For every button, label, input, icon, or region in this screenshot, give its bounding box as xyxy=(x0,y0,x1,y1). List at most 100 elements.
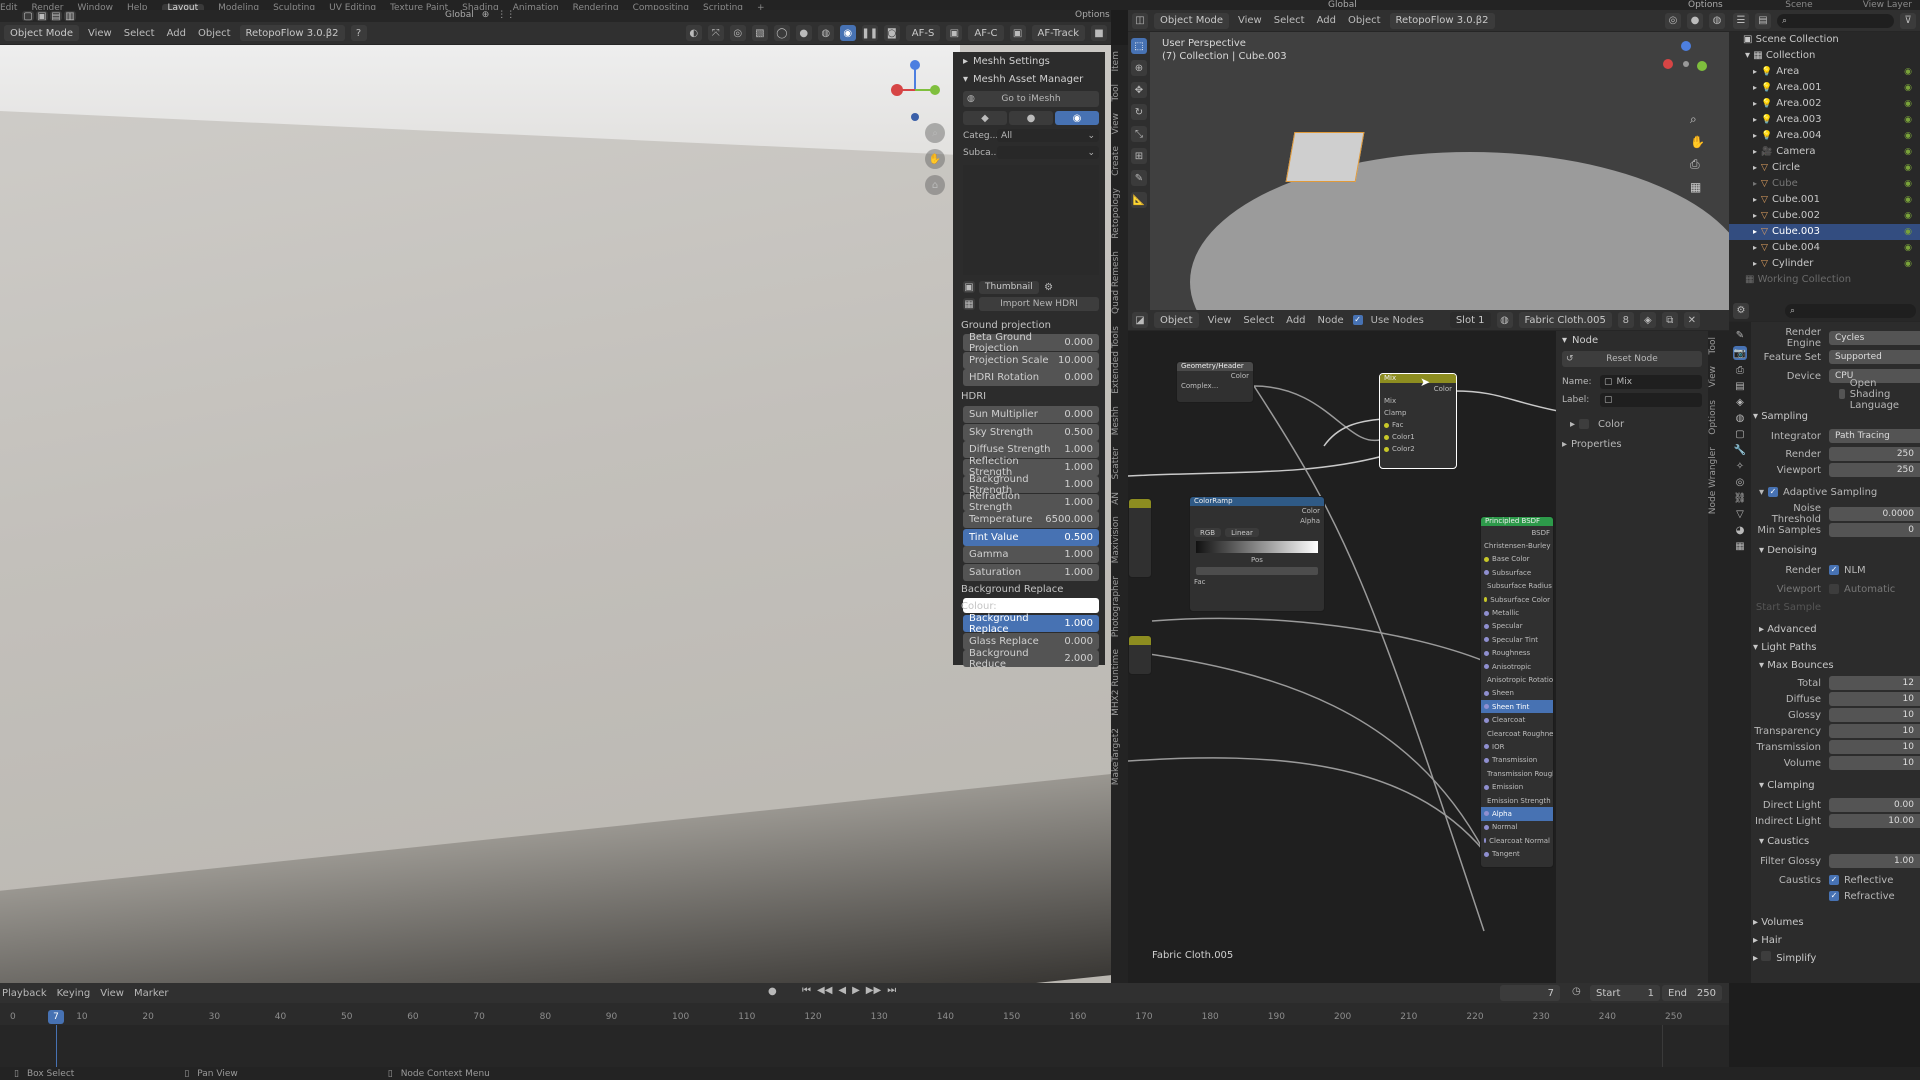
integrator-dropdown[interactable]: Path Tracing xyxy=(1829,429,1920,443)
mix-socket-color2[interactable]: Color2 xyxy=(1380,443,1456,455)
camera-menu-select[interactable]: Select xyxy=(1271,15,1308,26)
playback-menu[interactable]: Playback xyxy=(2,988,47,999)
visibility-icon[interactable]: ◉ xyxy=(1904,112,1912,128)
bsdf-socket-emission-strength[interactable]: Emission Strength xyxy=(1481,794,1553,807)
category-dropdown[interactable]: All ⌄ xyxy=(997,129,1099,142)
socket-dot[interactable] xyxy=(1484,851,1489,857)
filter-glossy-field[interactable]: 1.00 xyxy=(1829,854,1920,868)
shader-type-dropdown[interactable]: Object xyxy=(1154,312,1199,328)
sidebar-tab-retopology[interactable]: Retopology xyxy=(1111,182,1121,245)
expand-arrow-icon[interactable]: ▸ xyxy=(1753,160,1757,176)
pan-hand-icon[interactable]: ✋ xyxy=(1690,135,1705,149)
sidebar-tab-item[interactable]: Item xyxy=(1111,45,1121,78)
hdri-type-icon[interactable]: ◉ xyxy=(1055,111,1099,125)
select-invert-icon[interactable]: ▥ xyxy=(64,11,76,22)
sidebar-tab-photographer[interactable]: Photographer xyxy=(1111,570,1121,643)
menu-add[interactable]: Add xyxy=(164,28,189,39)
editor-type-icon[interactable]: ◫ xyxy=(1132,12,1148,29)
record-icon[interactable]: ● xyxy=(768,986,777,997)
scene-name[interactable]: Scene xyxy=(1785,0,1812,10)
import-hdri-button[interactable]: Import New HDRI xyxy=(979,297,1099,311)
timeline-view-menu[interactable]: View xyxy=(100,988,124,999)
bsdf-socket-emission[interactable]: Emission xyxy=(1481,780,1553,793)
material-type-icon[interactable]: ● xyxy=(1009,111,1053,125)
denoise-viewport-value[interactable]: Automatic xyxy=(1844,584,1895,595)
use-nodes-checkbox[interactable]: ✓ Use Nodes xyxy=(1352,315,1424,326)
help-icon[interactable]: ? xyxy=(350,25,367,41)
prop-row-background-reduce[interactable]: Background Reduce 2.000 xyxy=(963,648,1099,670)
camera-overlay-icon[interactable]: ◎ xyxy=(1665,12,1681,29)
socket-dot[interactable] xyxy=(1484,637,1489,643)
bsdf-socket-christensen-burley[interactable]: Christensen-Burley xyxy=(1481,539,1553,552)
socket-dot[interactable] xyxy=(1484,757,1489,763)
socket-dot[interactable] xyxy=(1484,556,1489,562)
osl-row[interactable]: Open Shading Language xyxy=(1753,378,1920,411)
gizmo-icon[interactable]: ⤧ xyxy=(707,25,724,41)
camera-icon[interactable]: ⎙ xyxy=(1690,157,1705,172)
prop-row-projection-scale[interactable]: Projection Scale 10.000 xyxy=(963,351,1099,369)
annotate-tool-icon[interactable]: ✎ xyxy=(1131,170,1147,186)
transform-tool-icon[interactable]: ⊞ xyxy=(1131,148,1147,164)
bsdf-socket-specular-tint[interactable]: Specular Tint xyxy=(1481,633,1553,646)
socket-dot[interactable] xyxy=(1484,664,1489,670)
outliner-item-area-001[interactable]: ▸ 💡 Area.001 ◉ xyxy=(1729,80,1920,96)
prop-row-sky-strength[interactable]: Sky Strength 0.500 xyxy=(963,423,1099,441)
move-tool-icon[interactable]: ✥ xyxy=(1131,82,1147,98)
socket-dot[interactable] xyxy=(1384,422,1389,428)
render-samples-field[interactable]: 250 xyxy=(1829,447,1920,461)
socket-dot[interactable] xyxy=(1484,650,1489,656)
socket-dot[interactable] xyxy=(1484,704,1489,710)
socket-dot[interactable] xyxy=(1484,597,1488,603)
properties-search-input[interactable]: ⌕ xyxy=(1785,303,1916,318)
visibility-icon[interactable]: ◉ xyxy=(1904,192,1912,208)
outliner-item-cylinder[interactable]: ▸ ▽ Cylinder ◉ xyxy=(1729,256,1920,272)
visibility-icon[interactable]: ◉ xyxy=(1904,64,1912,80)
outliner-item-cube-002[interactable]: ▸ ▽ Cube.002 ◉ xyxy=(1729,208,1920,224)
visibility-icon[interactable]: ◉ xyxy=(1904,240,1912,256)
select-tool-icon[interactable]: ⬚ xyxy=(1131,38,1147,54)
visibility-icon[interactable]: ◉ xyxy=(1904,160,1912,176)
bsdf-socket-metallic[interactable]: Metallic xyxy=(1481,606,1553,619)
outliner-item-area-002[interactable]: ▸ 💡 Area.002 ◉ xyxy=(1729,96,1920,112)
ramp-color-field[interactable] xyxy=(1196,567,1318,575)
camera-lens-icon[interactable]: ◙ xyxy=(883,25,900,41)
meshh-settings-header[interactable]: ▸ Meshh Settings xyxy=(953,52,1105,70)
bounce-field[interactable]: 10 xyxy=(1829,708,1920,722)
bsdf-socket-subsurface[interactable]: Subsurface xyxy=(1481,566,1553,579)
bsdf-socket-sheen-tint[interactable]: Sheen Tint xyxy=(1481,700,1553,714)
asset-preview-area[interactable] xyxy=(963,165,1099,275)
visibility-icon[interactable]: ◉ xyxy=(1904,144,1912,160)
expand-arrow-icon[interactable]: ▸ xyxy=(1753,128,1757,144)
bsdf-socket-subsurface-color[interactable]: Subsurface Color xyxy=(1481,593,1553,606)
bsdf-socket-subsurface-radius[interactable]: Subsurface Radius xyxy=(1481,580,1553,593)
noise-threshold-field[interactable]: 0.0000 xyxy=(1829,507,1920,521)
mix-socket-clamp[interactable]: Clamp xyxy=(1380,407,1456,419)
outliner-item-cube-001[interactable]: ▸ ▽ Cube.001 ◉ xyxy=(1729,192,1920,208)
geometry-node[interactable]: Geometry/Header Color Complex... xyxy=(1176,361,1254,403)
socket-dot[interactable] xyxy=(1484,784,1489,790)
pan-hand-icon[interactable]: ✋ xyxy=(925,149,945,169)
scene-collection-row[interactable]: ▣ Scene Collection xyxy=(1729,32,1920,48)
camera-options[interactable]: Options xyxy=(1688,0,1723,10)
expand-arrow-icon[interactable]: ▸ xyxy=(1753,208,1757,224)
goto-imeshh-button[interactable]: ◍ Go to iMeshh xyxy=(963,91,1099,107)
timeline-ruler[interactable]: 7 0 10 20 30 40 50 60 70 80 90 100 110 120 130 140 150 1… xyxy=(0,1003,1729,1067)
outliner-type-icon[interactable]: ☰ xyxy=(1733,12,1749,29)
af-track-button[interactable]: AF-Track xyxy=(1031,25,1085,41)
bsdf-socket-transmission-roughness[interactable]: Transmission Roughness xyxy=(1481,767,1553,780)
socket-dot[interactable] xyxy=(1484,610,1489,616)
sampling-section[interactable]: ▾ Sampling xyxy=(1753,408,1920,426)
tool-tab-icon[interactable]: ✎ xyxy=(1736,330,1744,341)
marker-menu[interactable]: Marker xyxy=(134,988,169,999)
principled-bsdf-node[interactable]: Principled BSDF BSDF Christensen-Burley Ba… xyxy=(1480,516,1554,868)
visibility-icon[interactable]: ◉ xyxy=(1904,128,1912,144)
thumbnail-button[interactable]: Thumbnail xyxy=(979,280,1039,294)
visibility-icon[interactable]: ◐ xyxy=(685,25,702,41)
prop-row-background-replace[interactable]: Background Replace 1.000 xyxy=(963,613,1099,635)
constraints-tab-icon[interactable]: ⛓ xyxy=(1734,493,1747,504)
material-name-field[interactable]: Fabric Cloth.005 xyxy=(1518,312,1612,328)
sidebar-tab-an[interactable]: AN xyxy=(1111,486,1121,511)
outliner-item-area-003[interactable]: ▸ 💡 Area.003 ◉ xyxy=(1729,112,1920,128)
expand-arrow-icon[interactable]: ▸ xyxy=(1753,240,1757,256)
node-editor-type-icon[interactable]: ◪ xyxy=(1132,312,1148,328)
